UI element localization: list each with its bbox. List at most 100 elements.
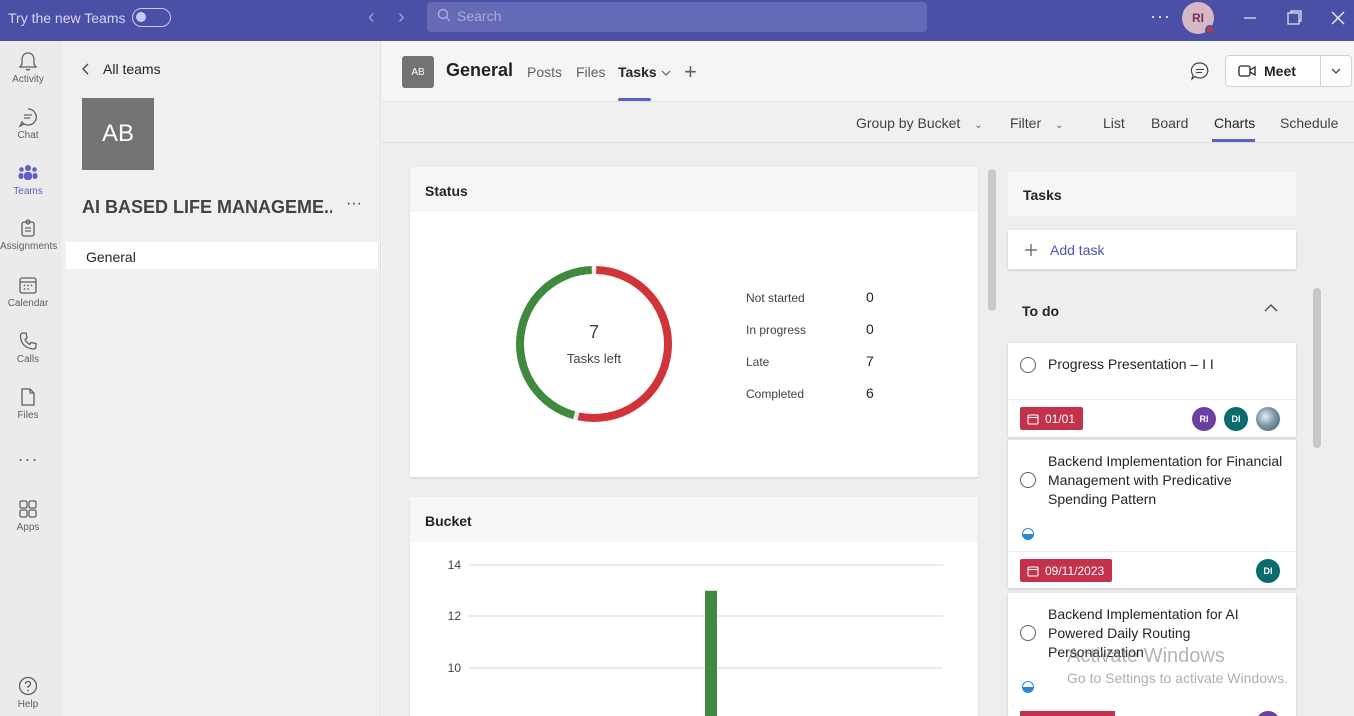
tasks-panel-title: Tasks (1008, 172, 1296, 216)
all-teams-link[interactable]: All teams (81, 61, 161, 77)
legend-completed-label: Completed (746, 387, 805, 401)
assignments-icon (21, 219, 35, 237)
legend-not-started-value: 0 (866, 289, 874, 305)
status-card: Status 7 Tasks left Not started 0 In pro… (410, 167, 978, 477)
task-card[interactable]: Progress Presentation – I I 01/01 RI DI (1008, 343, 1296, 437)
try-new-teams-toggle[interactable] (132, 8, 171, 27)
view-schedule[interactable]: Schedule (1280, 115, 1338, 131)
tab-files[interactable]: Files (576, 64, 606, 80)
meet-button[interactable]: Meet (1225, 55, 1321, 87)
assignee-avatar: DI (1224, 407, 1248, 431)
rail-item-help[interactable]: Help (0, 675, 56, 716)
search-bar[interactable] (427, 2, 927, 32)
view-charts[interactable]: Charts (1214, 115, 1255, 131)
calendar-icon (1027, 413, 1039, 425)
team-panel: All teams AB AI BASED LIFE MANAGEME... ·… (61, 41, 381, 716)
rail-item-teams[interactable]: Teams (0, 162, 56, 216)
rail-more-icon[interactable]: ··· (0, 449, 56, 503)
chevron-up-icon[interactable] (1264, 303, 1278, 313)
maximize-icon[interactable] (1284, 8, 1304, 28)
tasks-left-count: 7 (588, 322, 599, 342)
in-progress-icon (1022, 528, 1034, 540)
active-tab-indicator (618, 98, 651, 101)
rail-item-activity[interactable]: Activity (0, 50, 56, 104)
task-complete-checkbox[interactable] (1020, 472, 1036, 488)
rail-item-label: Teams (13, 186, 43, 197)
legend-in-progress-label: In progress (746, 323, 807, 337)
add-task-button[interactable]: Add task (1008, 230, 1296, 269)
teams-icon (18, 165, 38, 180)
search-input[interactable] (457, 8, 907, 24)
assignee-initials: DI (1231, 414, 1241, 424)
team-more-options-icon[interactable]: ··· (346, 195, 362, 213)
view-board[interactable]: Board (1151, 115, 1188, 131)
due-date: 01/01 (1045, 411, 1076, 426)
y-tick-label: 14 (448, 558, 462, 572)
channel-avatar: AB (402, 56, 434, 88)
legend-completed-value: 6 (866, 385, 874, 401)
back-arrow-icon[interactable]: ‹ (368, 6, 375, 29)
calendar-icon (19, 277, 37, 294)
todo-group-label: To do (1022, 303, 1060, 319)
user-avatar[interactable]: RI (1182, 2, 1215, 35)
task-complete-checkbox[interactable] (1020, 357, 1036, 373)
task-complete-checkbox[interactable] (1020, 625, 1036, 641)
channel-item-general[interactable]: General (66, 242, 378, 269)
assignee-photo-avatar (1256, 407, 1280, 431)
team-avatar-initials: AB (101, 120, 134, 147)
rail-item-chat[interactable]: Chat (0, 106, 56, 160)
forward-arrow-icon[interactable]: › (398, 6, 405, 29)
chevron-down-icon: ⌄ (1055, 120, 1064, 131)
add-tab-icon[interactable]: + (684, 59, 697, 85)
tasks-scrollbar[interactable] (1313, 288, 1321, 448)
help-icon (18, 676, 38, 696)
tab-posts[interactable]: Posts (527, 64, 562, 80)
status-donut-chart (516, 266, 672, 422)
charts-scrollbar[interactable] (988, 169, 996, 311)
task-card[interactable]: Backend Implementation for Financial Man… (1008, 440, 1296, 588)
minimize-icon[interactable] (1240, 8, 1260, 28)
rail-item-label: Activity (12, 74, 44, 85)
conversation-icon[interactable] (1190, 61, 1210, 81)
rail-item-apps[interactable]: Apps (0, 498, 56, 552)
rail-item-assignments[interactable]: Assignments (0, 217, 58, 271)
channel-label: General (86, 249, 136, 265)
meet-dropdown-button[interactable] (1320, 55, 1352, 87)
view-list[interactable]: List (1103, 115, 1125, 131)
bucket-card: Bucket 14 12 10 (410, 497, 978, 716)
bucket-card-title: Bucket (410, 497, 978, 542)
rail-item-label: Help (17, 699, 39, 710)
chevron-down-icon (1331, 68, 1341, 74)
close-icon[interactable] (1328, 8, 1348, 28)
more-options-icon[interactable]: ··· (1150, 6, 1171, 27)
search-icon (437, 8, 451, 22)
assignee-avatar: RI (1192, 407, 1216, 431)
rail-item-calendar[interactable]: Calendar (0, 274, 56, 328)
status-card-title: Status (410, 167, 978, 212)
add-task-label: Add task (1050, 241, 1105, 258)
filter-dropdown[interactable]: Filter ⌄ (1010, 115, 1064, 131)
tab-tasks[interactable]: Tasks (618, 64, 671, 80)
user-avatar-initials: RI (1192, 11, 1204, 25)
channel-title: General (446, 60, 514, 80)
legend-late-value: 7 (866, 353, 874, 369)
rail-item-label: Assignments (0, 241, 58, 252)
rail-item-label: Calls (16, 354, 40, 365)
due-date-badge: 09/11/2023 (1020, 559, 1113, 582)
group-by-dropdown[interactable]: Group by Bucket ⌄ (856, 115, 983, 131)
rail-item-label: Chat (17, 130, 39, 141)
in-progress-icon (1022, 681, 1034, 693)
donut-slice-late (577, 266, 672, 422)
assignee-initials: RI (1199, 414, 1209, 424)
team-avatar: AB (82, 98, 154, 170)
plus-icon (1025, 243, 1037, 256)
legend-not-started-label: Not started (746, 291, 805, 305)
tasks-left-label: Tasks left (566, 351, 622, 366)
planner-toolbar: Group by Bucket ⌄ Filter ⌄ List Board Char… (382, 102, 1354, 143)
rail-item-label: Apps (16, 522, 40, 533)
rail-item-files[interactable]: Files (0, 386, 56, 440)
active-view-indicator (1212, 139, 1255, 142)
windows-activation-title: Activate Windows (1067, 645, 1225, 667)
rail-item-calls[interactable]: Calls (0, 330, 56, 384)
title-bar: Try the new Teams ‹ › ··· RI (0, 0, 1354, 41)
